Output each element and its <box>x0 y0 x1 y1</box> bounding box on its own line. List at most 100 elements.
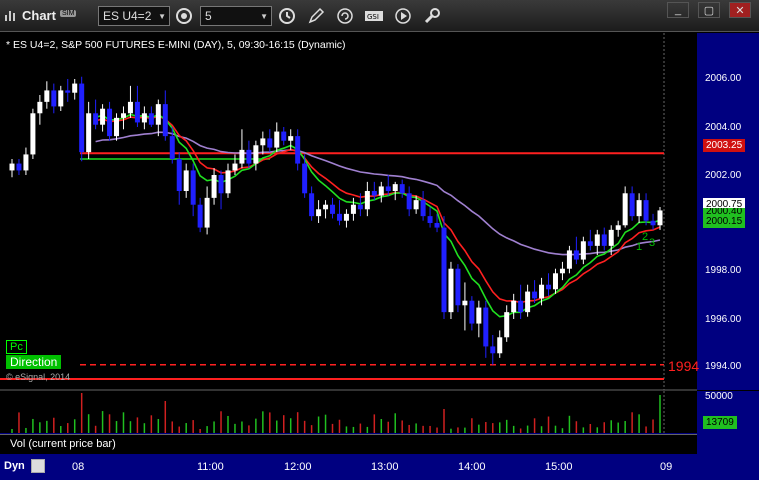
minimize-icon: _ <box>674 4 682 16</box>
candle-body <box>573 250 579 260</box>
maximize-button[interactable]: ▢ <box>698 2 720 18</box>
volume-current-marker: 13709 <box>703 416 737 429</box>
symbol-combo[interactable]: ES U4=2 ▼ <box>98 6 170 26</box>
play-button[interactable] <box>392 5 414 27</box>
chart-app-icon <box>4 8 18 22</box>
symbol-value: ES U4=2 <box>103 9 152 23</box>
time-tick: 13:00 <box>371 461 399 473</box>
price-tick: 2006.00 <box>705 73 742 84</box>
candle-body <box>72 83 78 93</box>
price-chart[interactable] <box>0 33 697 433</box>
candle-body <box>580 241 586 260</box>
candle-body <box>281 131 287 141</box>
candle-body <box>23 154 29 171</box>
candle-body <box>448 268 454 313</box>
candle-body <box>225 170 231 194</box>
candle-body <box>643 200 649 221</box>
candle-body <box>204 197 210 228</box>
candle-body <box>190 170 196 205</box>
candle-body <box>378 186 384 196</box>
refresh-icon <box>337 8 353 24</box>
close-icon: ✕ <box>735 4 745 17</box>
count-label: 3 <box>649 237 656 249</box>
candle-body <box>239 149 245 164</box>
candle-body <box>608 229 614 246</box>
candle-body <box>385 186 391 191</box>
candle-body <box>420 200 426 217</box>
candle-body <box>476 307 482 324</box>
candle-body <box>546 284 552 290</box>
candle-body <box>330 204 336 214</box>
gsi-button[interactable]: GSI <box>363 5 385 27</box>
price-tick: 1994.00 <box>705 361 742 372</box>
draw-button[interactable] <box>305 5 327 27</box>
candle-body <box>434 223 440 228</box>
maximize-icon: ▢ <box>703 4 715 17</box>
chart-title: * ES U4=2, S&P 500 FUTURES E-MINI (DAY),… <box>6 39 346 51</box>
refresh-button[interactable] <box>334 5 356 27</box>
resistance-price-marker: 2003.25 <box>703 139 746 152</box>
minimize-button[interactable]: _ <box>667 2 689 18</box>
chevron-down-icon: ▼ <box>158 12 166 21</box>
candle-body <box>518 300 524 313</box>
volume-scale-tick: 50000 <box>705 391 733 402</box>
candle-body <box>253 145 259 164</box>
candle-body <box>211 175 217 198</box>
candle-body <box>622 193 628 226</box>
pencil-icon <box>308 7 325 24</box>
candle-body <box>650 220 656 226</box>
candle-body <box>134 101 140 123</box>
link-button[interactable] <box>173 5 195 27</box>
candle-body <box>629 193 635 217</box>
candle-body <box>399 184 405 194</box>
candle-body <box>162 104 168 137</box>
tools-icon <box>424 8 440 24</box>
candle-body <box>525 291 531 313</box>
close-button[interactable]: ✕ <box>729 2 751 18</box>
candle-body <box>566 250 572 269</box>
play-icon <box>395 8 411 24</box>
ma-green-line <box>95 113 661 318</box>
candle-body <box>218 175 224 194</box>
candle-body <box>302 163 308 194</box>
candle-body <box>594 234 600 246</box>
candle-body <box>37 101 43 114</box>
ma-price-marker: 2000.15 <box>703 215 746 228</box>
candle-body <box>100 108 106 125</box>
candle-body <box>455 268 461 306</box>
copyright-label: © eSignal, 2014 <box>6 372 71 382</box>
tools-button[interactable] <box>421 5 443 27</box>
candle-body <box>364 191 370 210</box>
candle-body <box>44 90 50 102</box>
sim-badge: SIM <box>60 10 77 17</box>
candle-body <box>176 159 182 191</box>
candle-body <box>267 138 273 148</box>
candle-body <box>169 136 175 159</box>
candle-body <box>295 136 301 164</box>
price-tick: 2002.00 <box>705 170 742 181</box>
candle-body <box>148 113 154 125</box>
candle-body <box>58 90 64 107</box>
time-tick: 11:00 <box>197 461 224 473</box>
candle-body <box>309 193 315 217</box>
candle-body <box>155 104 161 125</box>
candle-body <box>336 213 342 221</box>
price-tick: 1998.00 <box>705 265 742 276</box>
interval-combo[interactable]: 5 ▼ <box>200 6 272 26</box>
candle-body <box>469 300 475 324</box>
candle-body <box>93 113 99 125</box>
interval-value: 5 <box>205 9 212 23</box>
candle-body <box>427 216 433 223</box>
candle-body <box>274 131 280 148</box>
clock-button[interactable] <box>276 5 298 27</box>
candle-body <box>316 209 322 217</box>
candle-body <box>490 346 496 354</box>
candle-body <box>141 113 147 123</box>
zoom-icon[interactable] <box>31 459 45 473</box>
window-title: Chart <box>22 8 56 23</box>
candle-body <box>532 291 538 299</box>
candle-body <box>323 204 329 210</box>
candle-body <box>197 204 203 228</box>
time-tick: 15:00 <box>545 461 573 473</box>
count-label: 2 <box>642 231 649 243</box>
